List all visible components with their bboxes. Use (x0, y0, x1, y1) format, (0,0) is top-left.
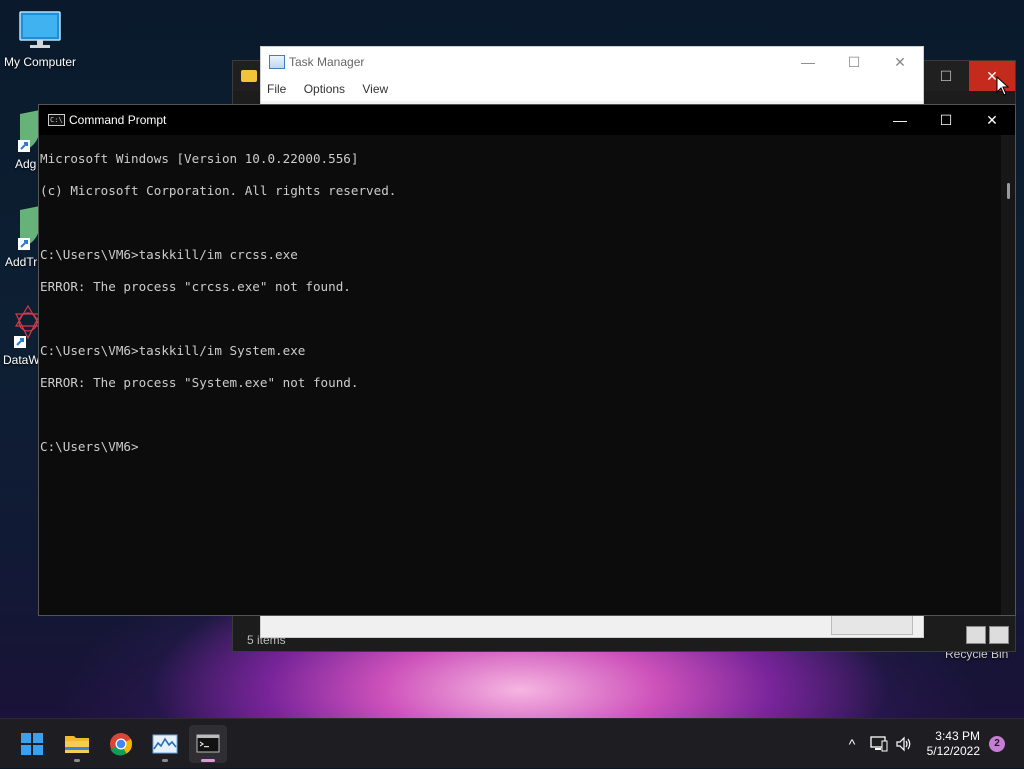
clock-time: 3:43 PM (935, 729, 980, 743)
tiles-view-icon[interactable] (989, 626, 1009, 644)
desktop-icon-label: My Computer (3, 55, 77, 69)
task-manager-titlebar[interactable]: Task Manager — ☐ ✕ (261, 47, 923, 77)
console-line: Microsoft Windows [Version 10.0.22000.55… (40, 151, 359, 166)
task-manager-menubar: File Options View (261, 77, 923, 101)
folder-icon (241, 70, 257, 82)
clock-date: 5/12/2022 (926, 744, 980, 758)
taskbar-command-prompt[interactable] (189, 725, 227, 763)
desktop-icon-label: DataW (3, 353, 40, 367)
start-button[interactable] (13, 725, 51, 763)
console-icon: C:\ (48, 114, 65, 126)
active-indicator (201, 759, 215, 762)
console-line: C:\Users\VM6>taskkill/im crcss.exe (40, 247, 298, 262)
task-manager-minimize-button[interactable]: — (785, 47, 831, 77)
explorer-view-buttons (963, 626, 1009, 649)
cmd-title: Command Prompt (69, 113, 167, 127)
mouse-cursor-icon (996, 76, 1010, 96)
folder-icon (65, 736, 89, 753)
cmd-maximize-button[interactable]: ☐ (923, 105, 969, 135)
monitor-icon (19, 11, 61, 48)
cmd-minimize-button[interactable]: — (877, 105, 923, 135)
chrome-icon (110, 733, 133, 756)
menu-view[interactable]: View (362, 77, 388, 101)
running-indicator (162, 759, 168, 762)
menu-file[interactable]: File (267, 77, 286, 101)
console-line: (c) Microsoft Corporation. All rights re… (40, 183, 397, 198)
console-prompt-line[interactable]: C:\Users\VM6> (40, 439, 1001, 455)
details-view-icon[interactable] (966, 626, 986, 644)
end-task-button[interactable] (831, 615, 913, 635)
task-manager-maximize-button[interactable]: ☐ (831, 47, 877, 77)
task-manager-close-button[interactable]: ✕ (877, 47, 923, 77)
system-clock[interactable]: 3:43 PM 5/12/2022 (927, 729, 980, 759)
command-prompt-window[interactable]: C:\ Command Prompt — ☐ ✕ Microsoft Windo… (38, 104, 1016, 616)
tray-overflow-chevron[interactable]: ^ (842, 719, 862, 769)
running-indicator (74, 759, 80, 762)
taskbar: ^ 3:43 PM 5/12/2022 2 (0, 718, 1024, 768)
network-icon[interactable] (870, 736, 888, 752)
console-line: ERROR: The process "System.exe" not foun… (40, 375, 359, 390)
task-manager-icon (269, 55, 285, 69)
cmd-scrollbar-thumb[interactable] (1007, 183, 1010, 199)
menu-options[interactable]: Options (304, 77, 345, 101)
desktop-icon-label: Adg (15, 157, 37, 171)
taskbar-file-explorer[interactable] (58, 725, 96, 763)
notification-badge[interactable]: 2 (989, 736, 1005, 752)
task-manager-title: Task Manager (289, 55, 365, 69)
console-line: ERROR: The process "crcss.exe" not found… (40, 279, 351, 294)
console-line: C:\Users\VM6>taskkill/im System.exe (40, 343, 306, 358)
cmd-titlebar[interactable]: C:\ Command Prompt — ☐ ✕ (39, 105, 1015, 135)
explorer-maximize-button[interactable]: ☐ (923, 61, 969, 91)
desktop-icon-label: AddTri (5, 255, 40, 269)
desktop-icon-my-computer[interactable]: My Computer (0, 10, 80, 69)
taskbar-chrome[interactable] (102, 725, 140, 763)
cmd-close-button[interactable]: ✕ (969, 105, 1015, 135)
console-output[interactable]: Microsoft Windows [Version 10.0.22000.55… (39, 135, 1001, 615)
windows-logo-icon (21, 733, 43, 755)
terminal-icon (196, 734, 220, 753)
cmd-scrollbar[interactable] (1001, 135, 1015, 615)
volume-icon[interactable] (895, 736, 913, 752)
task-manager-chart-icon (152, 734, 178, 754)
taskbar-task-manager[interactable] (146, 725, 184, 763)
